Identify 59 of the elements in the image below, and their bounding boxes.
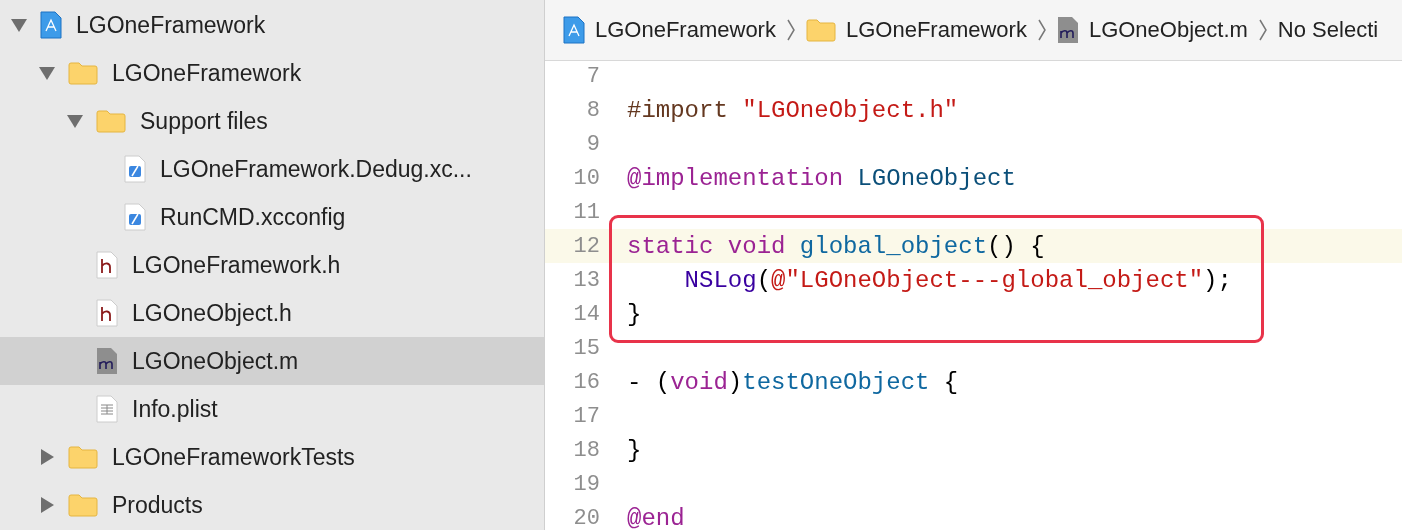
line-number: 9 — [585, 131, 600, 157]
chevron-icon — [1257, 18, 1268, 42]
code-line: } — [627, 436, 642, 464]
navigator-item[interactable]: LGOneObject.m — [0, 337, 544, 385]
folder-icon — [96, 109, 126, 133]
navigator-item[interactable]: Support files — [0, 97, 544, 145]
folder-icon — [68, 493, 98, 517]
folder-icon — [68, 61, 98, 85]
line-number: 10 — [572, 165, 600, 191]
project-icon — [40, 11, 62, 39]
disclosure-triangle-icon[interactable] — [38, 497, 56, 513]
plist-file-icon — [96, 395, 118, 423]
source-file-icon — [96, 347, 118, 375]
line-number: 7 — [585, 63, 600, 89]
navigator-item[interactable]: LGOneObject.h — [0, 289, 544, 337]
line-number: 20 — [572, 505, 600, 530]
folder-icon — [805, 18, 836, 42]
config-file-icon — [124, 155, 146, 183]
line-number: 17 — [572, 403, 600, 429]
disclosure-triangle-icon[interactable] — [66, 113, 84, 129]
navigator-item[interactable]: Info.plist — [0, 385, 544, 433]
folder-icon — [68, 445, 98, 469]
breadcrumb-item[interactable]: LGOneFramework — [595, 17, 776, 43]
line-number: 19 — [572, 471, 600, 497]
navigator-item[interactable]: LGOneFramework — [0, 1, 544, 49]
navigator-item[interactable]: LGOneFramework.h — [0, 241, 544, 289]
config-file-icon — [124, 203, 146, 231]
navigator-item[interactable]: RunCMD.xcconfig — [0, 193, 544, 241]
code-line: - (void)testOneObject { — [627, 368, 959, 396]
disclosure-triangle-icon[interactable] — [38, 65, 56, 81]
breadcrumb-item[interactable]: LGOneFramework — [845, 17, 1027, 43]
code-line: @implementation LGOneObject — [627, 164, 1016, 192]
project-icon — [563, 16, 585, 44]
disclosure-triangle-icon[interactable] — [10, 17, 28, 33]
line-number: 15 — [572, 335, 600, 361]
line-number: 8 — [585, 97, 600, 123]
line-number: 16 — [572, 369, 600, 395]
header-file-icon — [96, 299, 118, 327]
line-number: 11 — [572, 199, 600, 225]
line-number: 12 — [572, 233, 600, 259]
code-line: @end — [627, 504, 685, 530]
chevron-icon — [785, 18, 796, 42]
navigator-item[interactable]: LGOneFrameworkTests — [0, 433, 544, 481]
navigator-item[interactable]: LGOneFramework.Dedug.xc... — [0, 145, 544, 193]
source-file-icon — [1056, 16, 1079, 44]
code-line: static void global_object() { — [627, 232, 1045, 260]
code-line: #import "LGOneObject.h" — [627, 96, 959, 124]
line-number: 18 — [572, 437, 600, 463]
line-number: 13 — [572, 267, 600, 293]
breadcrumb-item[interactable]: LGOneObject.m — [1088, 17, 1248, 43]
navigator-item[interactable]: Products — [0, 481, 544, 529]
code-line: } — [627, 300, 642, 328]
navigator-item[interactable]: LGOneFramework — [0, 49, 544, 97]
chevron-icon — [1036, 18, 1047, 42]
line-number: 14 — [572, 301, 600, 327]
disclosure-triangle-icon[interactable] — [38, 449, 56, 465]
header-file-icon — [96, 251, 118, 279]
breadcrumb-item[interactable]: No Selecti — [1277, 17, 1379, 43]
code-line: NSLog(@"LGOneObject---global_object"); — [683, 266, 1232, 294]
